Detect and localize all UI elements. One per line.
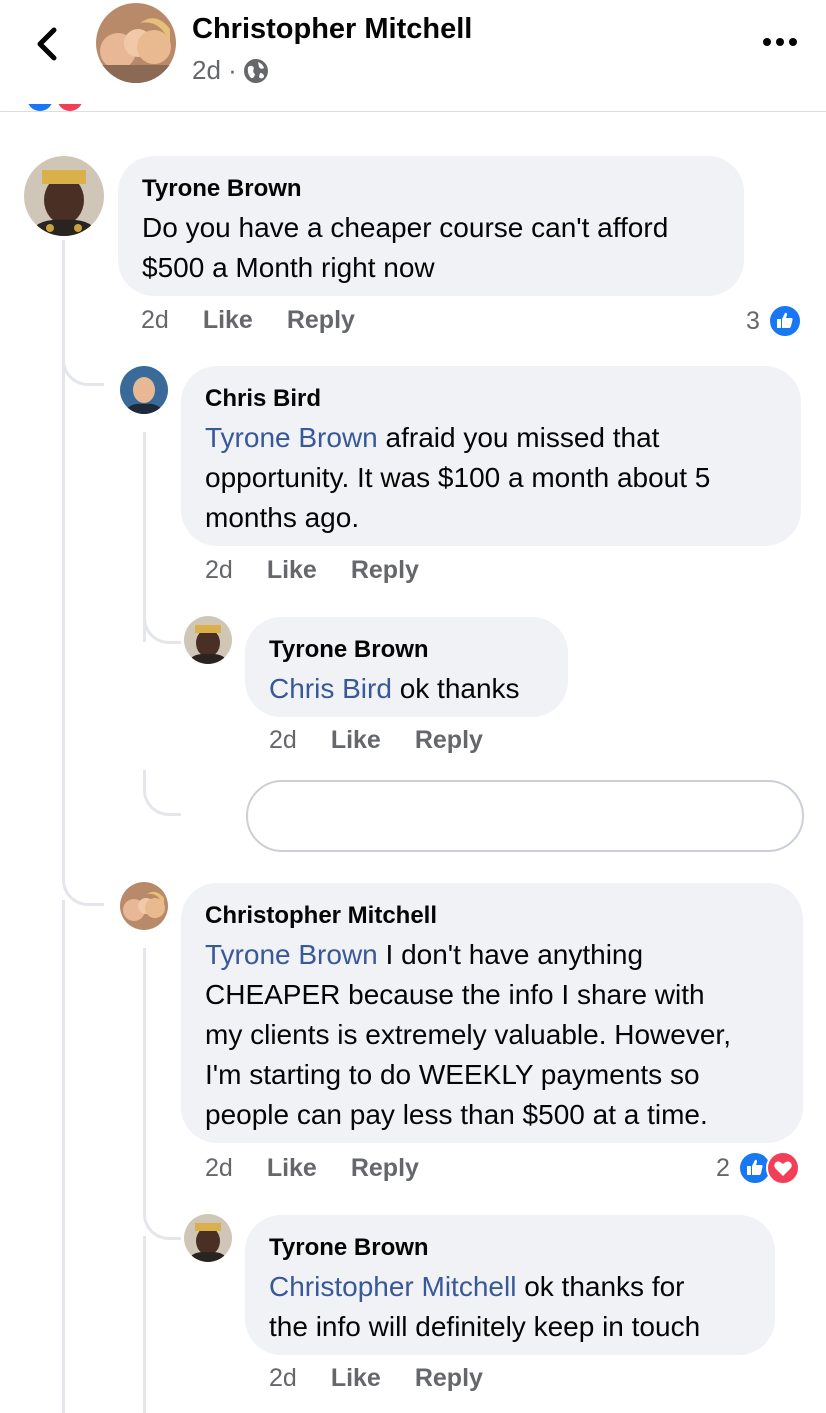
reaction-count: 3 [746,306,760,335]
comment-text-line: I'm starting to do WEEKLY payments so [205,1059,700,1090]
reaction-summary[interactable]: 3 [746,304,802,338]
avatar[interactable] [120,366,168,414]
thread-line [143,1236,146,1413]
like-button[interactable]: Like [267,556,317,585]
comment-text-line: months ago. [205,502,360,533]
post-meta: 2d · [192,55,269,86]
reaction-summary[interactable]: 2 [716,1151,800,1185]
comment-time[interactable]: 2d [205,1154,233,1183]
thread-connector [143,770,181,816]
comment-actions: 2d Like Reply [269,726,517,755]
reply-button[interactable]: Reply [351,556,419,585]
comment-text: Chris Bird ok thanks [269,669,544,709]
more-options-icon[interactable] [760,30,800,54]
comment-actions: 2d Like Reply [205,1154,453,1183]
thread-line [143,948,146,1198]
comment-text-line: opportunity. It was $100 a month about 5 [205,462,711,493]
comment-bubble[interactable]: Chris Bird Tyrone Brown afraid you misse… [181,366,801,546]
comment-text-line: my clients is extremely valuable. Howeve… [205,1019,731,1050]
comment-text: Tyrone Brown afraid you missed that oppo… [205,418,777,538]
comment-text-line: ok thanks [391,673,520,704]
comment-author[interactable]: Tyrone Brown [269,635,544,665]
thread-line [62,900,65,1413]
comment-text: Tyrone Brown I don't have anything CHEAP… [205,935,779,1135]
comment-text-line: Do you have a cheaper course can't affor… [142,212,669,243]
thread-connector [143,600,181,644]
mention-link[interactable]: Chris Bird [269,673,392,704]
avatar[interactable] [120,882,168,930]
reply-button[interactable]: Reply [415,726,483,755]
thread-connector [143,1196,181,1240]
comment-text-line: afraid you missed that [377,422,660,453]
post-time: 2d · [192,55,237,85]
comment-time[interactable]: 2d [269,1364,297,1393]
reply-input[interactable] [246,780,804,852]
post-header: Christopher Mitchell 2d · [0,0,826,112]
reply-button[interactable]: Reply [415,1364,483,1393]
comment-author[interactable]: Christopher Mitchell [205,901,779,931]
avatar[interactable] [96,3,176,83]
comment-text-line: ok thanks for [516,1271,685,1302]
like-button[interactable]: Like [331,726,381,755]
mention-link[interactable]: Christopher Mitchell [269,1271,516,1302]
comment-time[interactable]: 2d [269,726,297,755]
comment-text-line: CHEAPER because the info I share with [205,979,705,1010]
comment-time[interactable]: 2d [141,306,169,335]
comment-text-line: I don't have anything [377,939,644,970]
comment-text-line: the info will definitely keep in touch [269,1311,701,1342]
reply-button[interactable]: Reply [351,1154,419,1183]
comment-author[interactable]: Tyrone Brown [269,1233,751,1263]
like-button[interactable]: Like [331,1364,381,1393]
avatar[interactable] [24,156,104,236]
comment-text: Christopher Mitchell ok thanks for the i… [269,1267,751,1347]
like-button[interactable]: Like [203,306,253,335]
reaction-peek-icon [28,104,82,111]
thumbs-up-icon [767,304,802,338]
avatar[interactable] [184,1214,232,1262]
comment-text: Do you have a cheaper course can't affor… [142,208,720,288]
like-button[interactable]: Like [267,1154,317,1183]
post-author-name[interactable]: Christopher Mitchell [192,13,472,46]
globe-icon [243,58,268,83]
thread-connector [62,860,104,906]
thread-connector [62,340,104,386]
comment-actions: 2d Like Reply [205,556,453,585]
comment-bubble[interactable]: Tyrone Brown Christopher Mitchell ok tha… [245,1215,775,1355]
back-arrow-icon[interactable] [30,24,66,64]
avatar[interactable] [184,616,232,664]
thread-line [62,240,65,880]
comment-bubble[interactable]: Tyrone Brown Chris Bird ok thanks [245,617,568,717]
comment-text-line: people can pay less than $500 at a time. [205,1099,708,1130]
reply-button[interactable]: Reply [287,306,355,335]
comment-bubble[interactable]: Christopher Mitchell Tyrone Brown I don'… [181,883,803,1143]
heart-icon [765,1151,800,1185]
comment-bubble[interactable]: Tyrone Brown Do you have a cheaper cours… [118,156,744,296]
comment-author[interactable]: Chris Bird [205,384,777,414]
comment-time[interactable]: 2d [205,556,233,585]
comment-text-line: $500 a Month right now [142,252,435,283]
comment-actions: 2d Like Reply [141,306,389,335]
mention-link[interactable]: Tyrone Brown [205,939,378,970]
comment-author[interactable]: Tyrone Brown [142,174,720,204]
reaction-count: 2 [716,1153,730,1182]
mention-link[interactable]: Tyrone Brown [205,422,378,453]
comment-actions: 2d Like Reply [269,1364,517,1393]
